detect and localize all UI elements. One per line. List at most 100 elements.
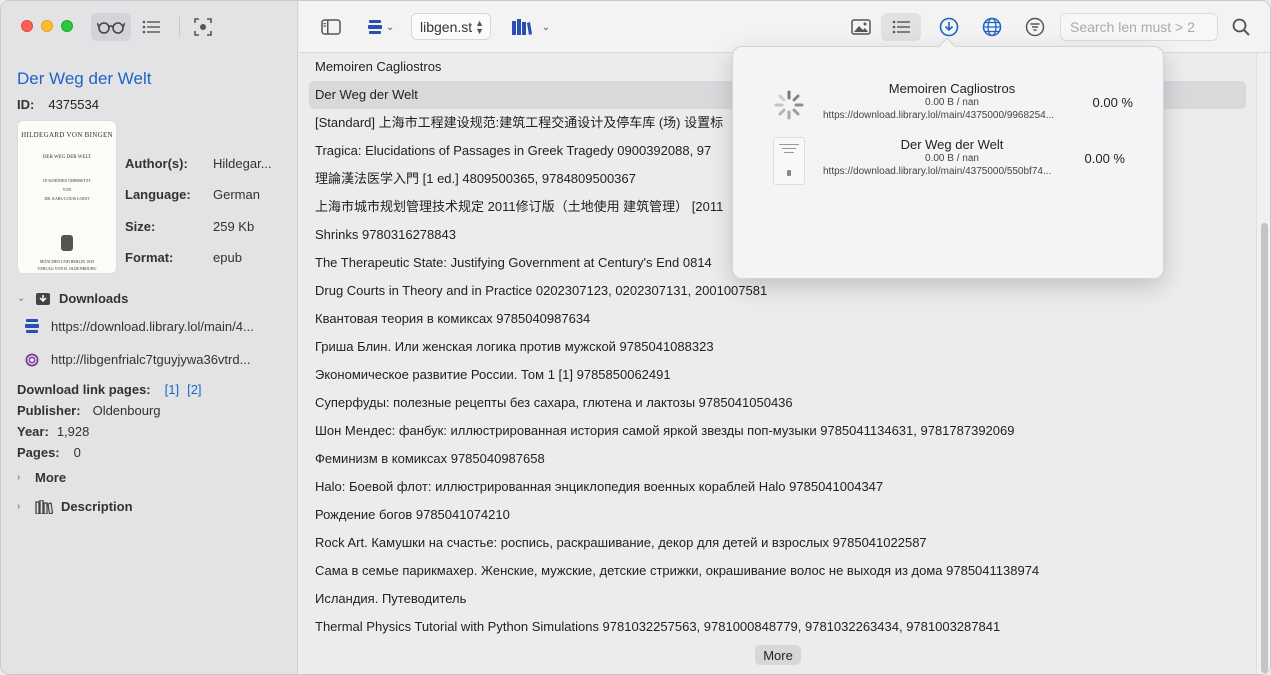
toolbar-divider — [179, 17, 180, 37]
filter-icon — [1025, 17, 1045, 37]
photo-icon — [851, 19, 871, 35]
download-size: 0.00 B / nan — [925, 97, 979, 108]
close-window-button[interactable] — [21, 20, 33, 32]
app-window: Der Weg der Welt ID: 4375534 HILDEGARD V… — [0, 0, 1271, 675]
downloads-section-toggle[interactable]: ⌄ Downloads — [17, 290, 287, 306]
id-value[interactable]: 4375534 — [48, 97, 99, 112]
cover-publisher-city: MÜNCHEN UND BERLIN 1929 — [39, 259, 95, 264]
list-item[interactable]: Thermal Physics Tutorial with Python Sim… — [309, 613, 1246, 641]
list-item[interactable]: Суперфуды: полезные рецепты без сахара, … — [309, 389, 1246, 417]
toggle-sidebar-button[interactable] — [317, 13, 345, 41]
download-link-text: http://libgenfrialc7tguyjywa36vtrd... — [51, 352, 251, 367]
sidebar-icon — [321, 19, 341, 35]
download-page-link-2[interactable]: [2] — [187, 382, 201, 397]
download-size: 0.00 B / nan — [925, 153, 979, 164]
list-item[interactable]: Гриша Блин. Или женская логика против му… — [309, 333, 1246, 361]
search-field[interactable] — [1060, 13, 1218, 41]
chevron-down-icon: ⌄ — [17, 292, 26, 304]
download-link-tor[interactable]: http://libgenfrialc7tguyjywa36vtrd... — [17, 352, 287, 367]
list-item[interactable]: Экономическое развитие России. Том 1 [1]… — [309, 361, 1246, 389]
book-meta: Author(s): Hildegar... Language: German … — [125, 120, 272, 274]
download-url: https://download.library.lol/main/437500… — [823, 166, 1052, 177]
window-controls — [21, 20, 73, 32]
sidebar-view-tools — [91, 13, 223, 41]
list-mode-button[interactable] — [881, 13, 921, 41]
size-value: 259 Kb — [213, 218, 255, 234]
publisher-seal-icon — [61, 235, 73, 251]
list-item[interactable]: Рождение богов 9785041074210 — [309, 501, 1246, 529]
download-item[interactable]: Memoiren Cagliostros 0.00 B / nan https:… — [773, 81, 1153, 135]
web-button[interactable] — [978, 13, 1006, 41]
language-label: Language: — [125, 187, 191, 203]
list-icon — [892, 20, 910, 34]
list-item[interactable]: Исландия. Путеводитель — [309, 585, 1246, 613]
download-link-pages-label: Download link pages: — [17, 382, 151, 397]
author-value[interactable]: Hildegar... — [213, 156, 272, 180]
zoom-window-button[interactable] — [61, 20, 73, 32]
stepper-arrows-icon: ▲ ▼ — [475, 18, 484, 36]
library-menu-button[interactable]: ⌄ — [507, 13, 555, 41]
size-label: Size: — [125, 218, 156, 234]
download-item[interactable]: Der Weg der Welt 0.00 B / nan https://do… — [773, 137, 1153, 191]
list-item[interactable]: Квантовая теория в комиксах 978504098763… — [309, 305, 1246, 333]
search-icon — [1232, 18, 1250, 36]
download-url: https://download.library.lol/main/437500… — [823, 110, 1055, 121]
focus-capture-icon — [194, 18, 212, 36]
author-label: Author(s): — [125, 156, 188, 171]
sidebar: Der Weg der Welt ID: 4375534 HILDEGARD V… — [1, 1, 298, 674]
year-row: Year: 1,928 — [17, 424, 287, 439]
download-link-libgen[interactable]: https://download.library.lol/main/4... — [17, 318, 287, 334]
cover-line1: IN SCHÖNEN ÜBERSETZT — [43, 178, 91, 183]
list-view-button[interactable] — [131, 13, 171, 41]
more-results-button[interactable]: More — [755, 645, 801, 665]
list-item[interactable]: Drug Courts in Theory and in Practice 02… — [309, 277, 1246, 305]
book-id-row: ID: 4375534 — [17, 97, 287, 112]
list-icon — [142, 20, 160, 34]
filter-button[interactable] — [1021, 13, 1049, 41]
book-title: Der Weg der Welt — [17, 69, 152, 88]
download-title: Der Weg der Welt — [900, 137, 1004, 152]
download-page-link-1[interactable]: [1] — [165, 382, 179, 397]
list-item[interactable]: Halo: Боевой флот: иллюстрированная энци… — [309, 473, 1246, 501]
download-link-text: https://download.library.lol/main/4... — [51, 318, 254, 334]
mirror-select[interactable]: libgen.st ▲ ▼ — [411, 13, 491, 40]
source-menu-button[interactable]: ⌄ — [365, 13, 397, 41]
download-percent: 0.00 % — [1084, 151, 1125, 166]
publisher-row: Publisher: Oldenbourg — [17, 403, 287, 418]
libgen-icon — [25, 319, 39, 333]
cover-author: HILDEGARD VON BINGEN — [21, 131, 113, 139]
scrollbar-thumb[interactable] — [1261, 223, 1268, 673]
description-section-toggle[interactable]: › Description — [17, 499, 287, 514]
library-books-icon — [511, 19, 532, 35]
chevron-down-icon: ⌄ — [541, 21, 551, 33]
search-button[interactable] — [1227, 13, 1255, 41]
downloads-button[interactable] — [935, 13, 963, 41]
libgen-icon — [367, 20, 382, 34]
cover-title: DER WEG DER WELT — [42, 155, 92, 160]
search-input[interactable] — [1070, 19, 1208, 35]
year-value: 1,928 — [56, 424, 90, 439]
downloads-label: Downloads — [59, 290, 129, 306]
format-label: Format: — [125, 249, 174, 265]
book-thumbnail — [773, 137, 805, 185]
tor-icon — [25, 353, 39, 366]
book-cover[interactable]: HILDEGARD VON BINGEN DER WEG DER WELT IN… — [17, 120, 117, 274]
results-scrollbar[interactable] — [1256, 53, 1270, 674]
minimize-window-button[interactable] — [41, 20, 53, 32]
globe-icon — [982, 17, 1002, 37]
cover-line3: DR. KARL-LOUIS LOEST — [44, 196, 90, 201]
download-folder-icon — [36, 293, 50, 305]
more-section-toggle[interactable]: › More — [17, 470, 287, 485]
image-view-button[interactable] — [847, 13, 875, 41]
capture-button[interactable] — [183, 13, 223, 41]
reader-view-button[interactable] — [91, 13, 131, 41]
list-item[interactable]: Сама в семье парикмахер. Женские, мужски… — [309, 557, 1246, 585]
chevron-right-icon: › — [17, 472, 21, 483]
list-item[interactable]: Rock Art. Камушки на счастье: роспись, р… — [309, 529, 1246, 557]
glasses-icon — [97, 22, 125, 34]
more-label: More — [35, 470, 67, 485]
list-item[interactable]: Шон Мендес: фанбук: иллюстрированная ист… — [309, 417, 1246, 445]
chevron-right-icon: › — [17, 501, 21, 512]
list-item[interactable]: Феминизм в комиксах 9785040987658 — [309, 445, 1246, 473]
book-detail: Der Weg der Welt ID: 4375534 HILDEGARD V… — [17, 69, 287, 514]
